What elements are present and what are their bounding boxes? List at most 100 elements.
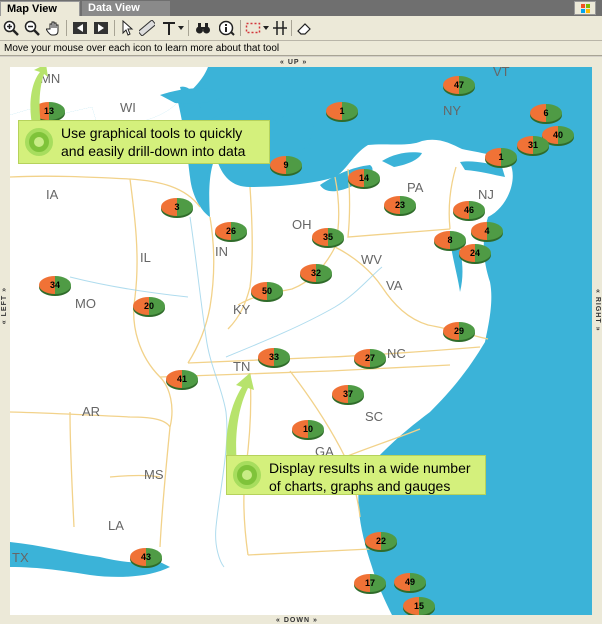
pie-marker[interactable]: 33 <box>257 345 291 369</box>
pie-marker[interactable]: 43 <box>129 545 163 569</box>
state-label: LA <box>108 518 124 533</box>
pie-marker[interactable]: 1 <box>484 145 518 169</box>
pie-marker-value: 26 <box>225 226 236 236</box>
pie-marker-value: 24 <box>469 248 480 258</box>
callout-bullet-icon <box>233 461 261 489</box>
pie-marker[interactable]: 50 <box>250 279 284 303</box>
pie-marker-value: 41 <box>176 374 187 384</box>
pie-marker[interactable]: 20 <box>132 294 166 318</box>
toolbar-separator <box>188 20 189 36</box>
map-frame: « UP » « DOWN » « LEFT » « RIGHT » MN WI… <box>0 57 602 624</box>
ruler-icon[interactable] <box>138 19 156 37</box>
pie-marker-value: 4 <box>484 226 490 236</box>
zoom-out-icon[interactable] <box>23 19 41 37</box>
pie-marker[interactable]: 31 <box>516 133 550 157</box>
windows-logo-icon <box>574 1 596 15</box>
pan-left-button[interactable]: « LEFT » <box>1 287 8 324</box>
pie-marker-value: 3 <box>174 202 180 212</box>
tab-data-view[interactable]: Data View <box>82 1 170 16</box>
pie-marker[interactable]: 22 <box>364 529 398 553</box>
state-label: MN <box>40 71 61 86</box>
pie-marker[interactable]: 27 <box>353 346 387 370</box>
toolbar <box>0 16 602 41</box>
pie-marker-value: 14 <box>358 173 369 183</box>
pie-marker[interactable]: 26 <box>214 219 248 243</box>
pie-marker[interactable]: 37 <box>331 382 365 406</box>
selection-box-icon[interactable] <box>244 19 262 37</box>
pie-marker[interactable]: 14 <box>347 166 381 190</box>
state-label: TN <box>233 359 251 374</box>
state-label: MS <box>144 467 164 482</box>
pie-marker-value: 22 <box>375 536 386 546</box>
state-label: VT <box>493 67 510 79</box>
forward-icon[interactable] <box>92 19 110 37</box>
state-label: WI <box>120 100 136 115</box>
pie-marker[interactable]: 15 <box>402 594 436 615</box>
pie-marker[interactable]: 1 <box>325 99 359 123</box>
pie-marker-value: 34 <box>49 280 60 290</box>
select-arrow-icon[interactable] <box>118 19 136 37</box>
pie-marker-value: 10 <box>302 424 313 434</box>
pie-marker-value: 35 <box>322 232 333 242</box>
pie-marker-value: 47 <box>453 80 464 90</box>
pie-marker[interactable]: 24 <box>458 241 492 265</box>
state-label: KY <box>233 302 251 317</box>
tab-map-view[interactable]: Map View <box>0 1 80 16</box>
callout-text: Display results in a wide number of char… <box>269 460 471 494</box>
state-label: MO <box>75 296 96 311</box>
pie-marker[interactable]: 41 <box>165 367 199 391</box>
pie-marker-value: 20 <box>143 301 154 311</box>
pie-marker-value: 17 <box>364 578 375 588</box>
pie-marker-value: 23 <box>394 200 405 210</box>
tab-bar: Map View Data View <box>0 0 602 16</box>
pie-marker[interactable]: 29 <box>442 319 476 343</box>
state-label: OH <box>292 217 312 232</box>
pie-marker[interactable]: 4 <box>470 219 504 243</box>
eraser-icon[interactable] <box>295 19 313 37</box>
toolbar-separator <box>66 20 67 36</box>
pie-marker-value: 49 <box>404 577 415 587</box>
state-label: NY <box>443 103 462 118</box>
pie-marker-value: 50 <box>261 286 272 296</box>
pie-marker-value: 6 <box>543 108 549 118</box>
zoom-in-icon[interactable] <box>2 19 20 37</box>
pie-marker-value: 32 <box>310 268 321 278</box>
toolbar-separator <box>240 20 241 36</box>
binoculars-icon[interactable] <box>194 19 212 37</box>
text-dropdown-chevron-down-icon[interactable] <box>176 19 186 37</box>
pie-marker[interactable]: 6 <box>529 101 563 125</box>
pie-marker-value: 1 <box>339 106 345 116</box>
pie-marker-value: 43 <box>140 552 151 562</box>
selection-dropdown-chevron-down-icon[interactable] <box>261 19 271 37</box>
pie-marker-value: 15 <box>413 601 424 611</box>
pie-marker[interactable]: 32 <box>299 261 333 285</box>
pie-marker[interactable]: 10 <box>291 417 325 441</box>
status-bar: Move your mouse over each icon to learn … <box>0 41 602 56</box>
pie-marker-value: 27 <box>364 353 375 363</box>
pie-marker[interactable]: 23 <box>383 193 417 217</box>
pan-right-button[interactable]: « RIGHT » <box>594 289 601 331</box>
pie-marker[interactable]: 17 <box>353 571 387 595</box>
state-label: IN <box>215 244 228 259</box>
pie-marker[interactable]: 9 <box>269 153 303 177</box>
info-icon[interactable] <box>218 19 236 37</box>
state-label: VA <box>386 278 403 293</box>
pie-marker[interactable]: 3 <box>160 195 194 219</box>
pie-marker[interactable]: 35 <box>311 225 345 249</box>
toolbar-separator <box>291 20 292 36</box>
pan-up-button[interactable]: « UP » <box>280 59 307 66</box>
pan-hand-icon[interactable] <box>45 19 63 37</box>
state-label: SC <box>365 409 384 424</box>
pie-marker[interactable]: 49 <box>393 570 427 594</box>
state-label: IA <box>46 187 59 202</box>
callout-text: Use graphical tools to quickly and easil… <box>61 125 246 159</box>
state-label: NC <box>387 346 406 361</box>
split-icon[interactable] <box>271 19 289 37</box>
state-label: TX <box>12 550 29 565</box>
pan-down-button[interactable]: « DOWN » <box>276 617 318 624</box>
state-label: AR <box>82 404 101 419</box>
pie-marker[interactable]: 34 <box>38 273 72 297</box>
back-icon[interactable] <box>71 19 89 37</box>
pie-marker-value: 31 <box>527 140 538 150</box>
pie-marker[interactable]: 47 <box>442 73 476 97</box>
